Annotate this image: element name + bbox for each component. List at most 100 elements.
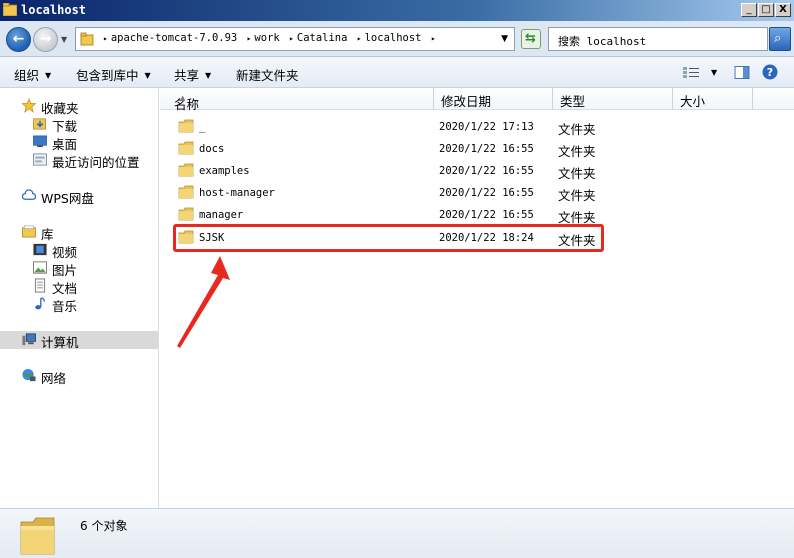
window-title: localhost [21, 3, 87, 17]
search-button[interactable]: ⌕ [769, 27, 791, 51]
breadcrumb-item[interactable]: localhost [365, 32, 422, 44]
nav-libraries[interactable]: 库 [21, 223, 151, 242]
nav-music[interactable]: 音乐 [32, 295, 152, 314]
chevron-down-icon: ▼ [144, 71, 151, 80]
preview-pane-icon[interactable] [734, 66, 750, 79]
file-date: 2020/1/22 16:55 [439, 187, 534, 199]
history-dropdown-icon[interactable]: ▼ [61, 35, 67, 44]
column-label: 大小 [680, 94, 706, 109]
title-bar: localhost _ □ X [0, 0, 794, 21]
organize-menu[interactable]: 组织 ▼ [14, 65, 51, 84]
file-date: 2020/1/22 16:55 [439, 143, 534, 155]
breadcrumb: ▸ apache-tomcat-7.0.93 ▸ work ▸ Catalina ▸ l… [100, 32, 439, 44]
annotation-arrow-icon [177, 256, 230, 348]
cloud-icon [21, 189, 37, 200]
star-icon [21, 98, 37, 113]
folder-icon [178, 141, 194, 155]
music-note-icon [35, 297, 45, 310]
breadcrumb-item[interactable]: Catalina [297, 32, 348, 44]
file-row[interactable]: host-manager 2020/1/22 16:55 文件夹 [160, 182, 794, 204]
chevron-down-icon: ▼ [45, 71, 52, 80]
nav-pictures[interactable]: 图片 [32, 259, 152, 278]
chevron-down-icon[interactable]: ▼ [501, 34, 508, 44]
column-header-modified[interactable]: 修改日期 [434, 88, 553, 110]
sort-up-icon: ▲ [180, 94, 186, 102]
file-type: 文件夹 [558, 188, 596, 203]
nav-desktop[interactable]: 桌面 [32, 133, 152, 152]
nav-label: 计算机 [41, 335, 79, 350]
nav-label: 网络 [41, 371, 67, 386]
forward-button[interactable]: → [33, 27, 58, 52]
close-button[interactable]: X [775, 3, 791, 17]
search-input[interactable]: 搜索 localhost [548, 27, 768, 51]
arrow-left-icon: ← [12, 31, 25, 47]
chevron-right-icon[interactable]: ▸ [431, 34, 436, 43]
chevron-down-icon[interactable]: ▼ [711, 68, 717, 77]
chevron-right-icon[interactable]: ▸ [289, 34, 294, 43]
folder-icon [3, 3, 17, 16]
include-library-label: 包含到库中 [76, 68, 139, 83]
folder-icon [178, 185, 194, 199]
download-folder-icon [33, 118, 46, 130]
minimize-button[interactable]: _ [741, 3, 757, 17]
refresh-icon: ⇆ [525, 31, 536, 46]
include-library-menu[interactable]: 包含到库中 ▼ [76, 65, 151, 84]
nav-network[interactable]: 网络 [21, 367, 151, 386]
file-type: 文件夹 [558, 166, 596, 181]
nav-documents[interactable]: 文档 [32, 277, 152, 296]
back-button[interactable]: ← [6, 27, 31, 52]
share-menu[interactable]: 共享 ▼ [174, 65, 211, 84]
nav-favorites[interactable]: 收藏夹 [21, 97, 151, 116]
address-row: ← → ▼ ▸ apache-tomcat-7.0.93 ▸ work ▸ Catal… [0, 21, 794, 57]
maximize-button[interactable]: □ [758, 3, 774, 17]
navigation-pane: 收藏夹 下载 桌面 最近访问的位置 WPS网盘 库 视频 图片 文档 音乐 计算… [0, 88, 159, 508]
new-folder-button[interactable]: 新建文件夹 [236, 65, 299, 84]
search-placeholder: 搜索 localhost [558, 35, 647, 48]
video-icon [33, 243, 47, 256]
picture-icon [33, 261, 47, 274]
breadcrumb-item[interactable]: apache-tomcat-7.0.93 [111, 32, 237, 44]
file-type: 文件夹 [558, 122, 596, 137]
column-label: 类型 [560, 94, 586, 109]
file-name: manager [199, 209, 244, 221]
folder-icon [20, 517, 55, 555]
chevron-right-icon[interactable]: ▸ [357, 34, 362, 43]
address-bar[interactable]: ▸ apache-tomcat-7.0.93 ▸ work ▸ Catalina ▸ l… [75, 27, 515, 51]
organize-label: 组织 [14, 68, 40, 83]
nav-videos[interactable]: 视频 [32, 241, 152, 260]
file-row[interactable]: _ 2020/1/22 17:13 文件夹 [160, 116, 794, 138]
nav-recent[interactable]: 最近访问的位置 [32, 151, 157, 170]
chevron-down-icon: ▼ [205, 71, 212, 80]
desktop-icon [33, 135, 47, 148]
library-icon [22, 225, 36, 238]
file-name: examples [199, 165, 250, 177]
file-date: 2020/1/22 16:55 [439, 165, 534, 177]
recent-places-icon [33, 153, 47, 166]
column-header-name[interactable]: 名称 ▲ [160, 88, 434, 112]
folder-icon [178, 163, 194, 177]
breadcrumb-item[interactable]: work [254, 32, 279, 44]
svg-text:?: ? [767, 66, 773, 79]
nav-wps-cloud[interactable]: WPS网盘 [21, 187, 151, 206]
document-icon [34, 278, 46, 293]
view-options-icon[interactable] [683, 66, 699, 79]
chevron-right-icon[interactable]: ▸ [247, 34, 252, 43]
help-icon[interactable]: ? [762, 64, 778, 80]
share-label: 共享 [174, 68, 200, 83]
chevron-right-icon[interactable]: ▸ [103, 34, 108, 43]
file-row[interactable]: manager 2020/1/22 16:55 文件夹 [160, 204, 794, 226]
column-header-size[interactable]: 大小 [673, 88, 753, 110]
network-icon [22, 368, 36, 382]
file-date: 2020/1/22 16:55 [439, 209, 534, 221]
file-row[interactable]: docs 2020/1/22 16:55 文件夹 [160, 138, 794, 160]
highlight-box [173, 224, 604, 252]
nav-downloads[interactable]: 下载 [32, 115, 152, 134]
refresh-button[interactable]: ⇆ [521, 29, 541, 49]
column-header-filler [753, 88, 794, 110]
folder-icon [178, 207, 194, 221]
search-icon: ⌕ [774, 31, 782, 46]
file-row[interactable]: examples 2020/1/22 16:55 文件夹 [160, 160, 794, 182]
nav-computer[interactable]: 计算机 [0, 331, 158, 350]
column-header-type[interactable]: 类型 [553, 88, 673, 110]
status-bar: 6 个对象 [0, 508, 794, 558]
